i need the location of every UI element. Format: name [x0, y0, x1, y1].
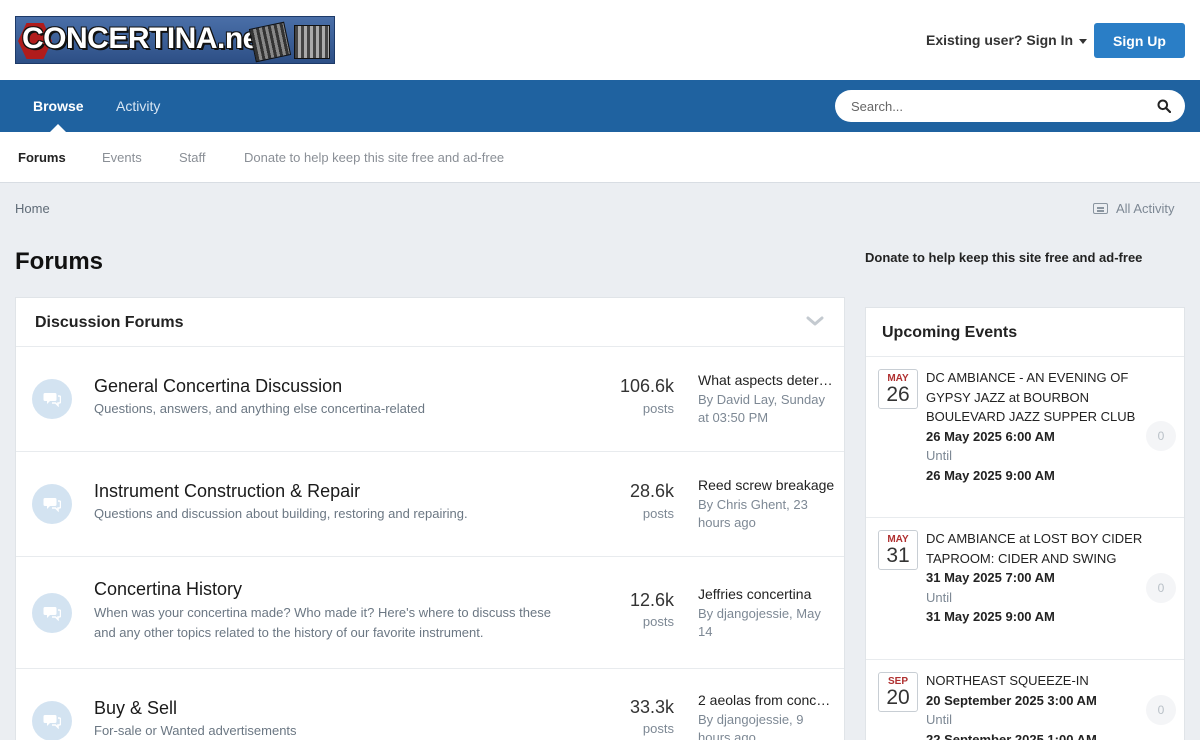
all-activity-link[interactable]: All Activity [1093, 201, 1175, 216]
all-activity-label: All Activity [1116, 201, 1175, 216]
forum-row[interactable]: General Concertina Discussion Questions,… [16, 347, 844, 452]
forums-section-header: Discussion Forums [16, 298, 844, 347]
event-details: DC AMBIANCE - AN EVENING OF GYPSY JAZZ a… [926, 368, 1146, 485]
forum-description: Questions, answers, and anything else co… [94, 401, 425, 416]
event-comment-count: 0 [1146, 573, 1176, 603]
event-start: 20 September 2025 3:00 AM [926, 692, 1097, 708]
section-title: Discussion Forums [35, 314, 184, 331]
breadcrumb-home[interactable]: Home [15, 201, 50, 216]
concertina-image-icon [248, 21, 292, 63]
event-item[interactable]: MAY 26 DC AMBIANCE - AN EVENING OF GYPSY… [866, 357, 1184, 518]
calendar-date-icon: MAY 26 [878, 369, 918, 409]
page-title: Forums [15, 248, 104, 275]
forum-title[interactable]: General Concertina Discussion [94, 376, 342, 397]
concertina-image-icon [294, 25, 330, 59]
site-logo[interactable]: CONCERTINA.net [15, 16, 335, 64]
last-post[interactable]: 2 aeolas from concertina By djangojessie… [698, 691, 838, 740]
last-post-author: By djangojessie, 9 hours ago [698, 712, 804, 740]
forum-row[interactable]: Buy & Sell For-sale or Wanted advertisem… [16, 669, 844, 740]
event-start: 26 May 2025 6:00 AM [926, 428, 1055, 444]
caret-down-icon [1079, 38, 1088, 44]
event-comment-count: 0 [1146, 421, 1176, 451]
post-count-label: posts [642, 721, 674, 736]
events-title: Upcoming Events [882, 324, 1018, 341]
event-comment-count: 0 [1146, 695, 1176, 725]
event-day: 26 [886, 383, 910, 406]
event-title[interactable]: DC AMBIANCE at LOST BOY CIDER TAPROOM: C… [926, 529, 1146, 568]
forum-title[interactable]: Concertina History [94, 579, 242, 600]
search-icon[interactable] [1157, 99, 1171, 113]
event-day: 20 [886, 686, 910, 709]
signup-button[interactable]: Sign Up [1094, 23, 1185, 58]
signin-link[interactable]: Existing user? Sign In [926, 32, 1088, 48]
event-day: 31 [886, 544, 910, 567]
event-details: NORTHEAST SQUEEZE-IN 20 September 2025 3… [926, 671, 1146, 740]
nav-browse[interactable]: Browse [33, 98, 84, 114]
logo-text: CONCERTINA.net [22, 22, 269, 55]
last-post-title[interactable]: Reed screw breakage [698, 476, 838, 494]
event-item[interactable]: SEP 20 NORTHEAST SQUEEZE-IN 20 September… [866, 660, 1184, 740]
site-header: CONCERTINA.net Existing user? Sign In Si… [0, 0, 1200, 80]
last-post[interactable]: Jeffries concertina By djangojessie, May… [698, 585, 838, 641]
last-post-title[interactable]: 2 aeolas from concertina [698, 691, 838, 709]
post-count: 33.3k [629, 697, 674, 717]
last-post-author: By David Lay, Sunday at 03:50 PM [698, 392, 825, 425]
active-nav-indicator [50, 124, 66, 132]
event-details: DC AMBIANCE at LOST BOY CIDER TAPROOM: C… [926, 529, 1146, 627]
event-item[interactable]: MAY 31 DC AMBIANCE at LOST BOY CIDER TAP… [866, 518, 1184, 660]
event-end: 31 May 2025 9:00 AM [926, 609, 1055, 624]
subnav-forums[interactable]: Forums [18, 150, 66, 165]
event-title[interactable]: NORTHEAST SQUEEZE-IN [926, 671, 1146, 691]
forum-description: When was your concertina made? Who made … [94, 605, 551, 640]
last-post[interactable]: Reed screw breakage By Chris Ghent, 23 h… [698, 476, 838, 532]
event-end: 26 May 2025 9:00 AM [926, 467, 1055, 483]
forum-description: For-sale or Wanted advertisements [94, 723, 297, 738]
donate-link[interactable]: Donate to help keep this site free and a… [865, 250, 1142, 265]
forum-row[interactable]: Instrument Construction & Repair Questio… [16, 452, 844, 557]
forums-section: Discussion Forums General Concertina Dis… [15, 297, 845, 740]
post-count: 28.6k [629, 481, 674, 501]
calendar-date-icon: MAY 31 [878, 530, 918, 570]
event-until: Until [926, 712, 953, 727]
chat-bubbles-icon [32, 484, 72, 524]
post-count: 106.6k [619, 376, 674, 396]
chat-bubbles-icon [32, 379, 72, 419]
last-post[interactable]: What aspects determine... By David Lay, … [698, 371, 838, 427]
calendar-date-icon: SEP 20 [878, 672, 918, 712]
subnav-donate[interactable]: Donate to help keep this site free and a… [244, 150, 504, 165]
subnav-staff[interactable]: Staff [179, 150, 206, 165]
last-post-author: By Chris Ghent, 23 hours ago [698, 497, 808, 530]
event-title[interactable]: DC AMBIANCE - AN EVENING OF GYPSY JAZZ a… [926, 368, 1146, 427]
last-post-author: By djangojessie, May 14 [698, 606, 821, 639]
post-count-label: posts [642, 401, 674, 416]
forum-row[interactable]: Concertina History When was your concert… [16, 557, 844, 669]
event-until: Until [926, 448, 953, 463]
forum-title[interactable]: Buy & Sell [94, 698, 177, 719]
post-count-label: posts [642, 614, 674, 629]
forum-description: Questions and discussion about building,… [94, 506, 468, 521]
newspaper-icon [1093, 203, 1108, 214]
chat-bubbles-icon [32, 701, 72, 740]
last-post-title[interactable]: What aspects determine... [698, 371, 838, 389]
signin-label: Existing user? Sign In [926, 32, 1074, 48]
nav-activity[interactable]: Activity [116, 98, 160, 114]
search-input[interactable] [851, 97, 1141, 115]
forum-title[interactable]: Instrument Construction & Repair [94, 481, 360, 502]
post-count: 12.6k [629, 590, 674, 610]
last-post-title[interactable]: Jeffries concertina [698, 585, 838, 603]
event-until: Until [926, 589, 953, 605]
event-start: 31 May 2025 7:00 AM [926, 570, 1055, 585]
chat-bubbles-icon [32, 593, 72, 633]
sub-nav: Forums Events Staff Donate to help keep … [0, 132, 1200, 183]
upcoming-events-widget: Upcoming Events MAY 26 DC AMBIANCE - AN … [865, 307, 1185, 740]
events-header: Upcoming Events [866, 308, 1184, 357]
event-end: 22 September 2025 1:00 AM [926, 731, 1097, 740]
search-box[interactable] [835, 90, 1185, 122]
subnav-events[interactable]: Events [102, 150, 142, 165]
chevron-down-icon[interactable] [806, 312, 824, 330]
post-count-label: posts [642, 506, 674, 521]
